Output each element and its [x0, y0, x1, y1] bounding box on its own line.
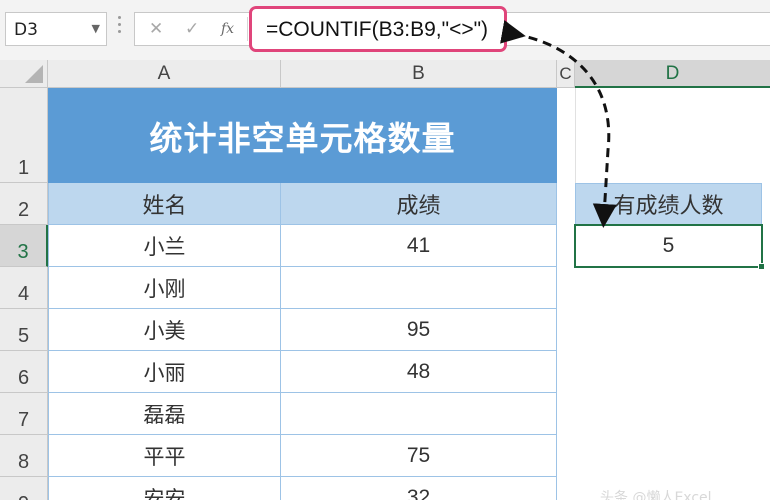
- name-cell[interactable]: 小刚: [48, 267, 281, 309]
- drag-handle-icon[interactable]: [118, 16, 122, 40]
- row-header-8[interactable]: 8: [0, 435, 48, 477]
- column-header-a[interactable]: A: [48, 60, 281, 88]
- column-header-b[interactable]: B: [281, 60, 557, 88]
- formula-bar-area: D3 ▼ ✕ ✓ fx =COUNTIF(B3:B9,"<>"): [0, 0, 770, 60]
- row-header-4[interactable]: 4: [0, 267, 48, 309]
- watermark: 头条 @懒人Excel: [600, 490, 712, 500]
- row-number: 2: [17, 199, 30, 221]
- name-cell[interactable]: 小美: [48, 309, 281, 351]
- score-cell[interactable]: 41: [281, 225, 557, 267]
- row-number: 7: [17, 409, 30, 431]
- name-cell[interactable]: 小兰: [48, 225, 281, 267]
- select-all-button[interactable]: [0, 60, 48, 88]
- row-header-2[interactable]: 2: [0, 183, 48, 225]
- row-number: 8: [17, 451, 30, 473]
- score-cell[interactable]: 32: [281, 477, 557, 500]
- formula-text-field[interactable]: =COUNTIF(B3:B9,"<>"): [249, 6, 507, 52]
- table-title-cell[interactable]: 统计非空单元格数量: [48, 88, 557, 183]
- score-cell[interactable]: 95: [281, 309, 557, 351]
- row-number: 4: [17, 283, 30, 305]
- column-header-d[interactable]: D: [575, 60, 770, 88]
- gridline: [575, 88, 576, 183]
- name-cell[interactable]: 磊磊: [48, 393, 281, 435]
- row-number: 9: [0, 493, 47, 500]
- score-cell[interactable]: [281, 267, 557, 309]
- fill-handle[interactable]: [758, 263, 765, 270]
- formula-bar-divider: [247, 17, 248, 41]
- row-header-3[interactable]: 3: [0, 225, 48, 267]
- name-cell[interactable]: 安安: [48, 477, 281, 500]
- row-number: 5: [17, 325, 30, 347]
- cancel-icon[interactable]: ✕: [149, 19, 163, 39]
- score-cell[interactable]: [281, 393, 557, 435]
- header-cell-score[interactable]: 成绩: [281, 183, 557, 225]
- formula-text: =COUNTIF(B3:B9,"<>"): [266, 18, 489, 41]
- row-header-5[interactable]: 5: [0, 309, 48, 351]
- row-number: 1: [17, 157, 30, 179]
- column-header-c[interactable]: C: [557, 60, 575, 88]
- row-header-1[interactable]: 1: [0, 88, 48, 183]
- name-cell[interactable]: 平平: [48, 435, 281, 477]
- result-label-cell[interactable]: 有成绩人数: [575, 183, 762, 225]
- score-cell[interactable]: 75: [281, 435, 557, 477]
- row-number: 6: [17, 367, 30, 389]
- row-header-7[interactable]: 7: [0, 393, 48, 435]
- chevron-down-icon[interactable]: ▼: [92, 22, 100, 35]
- row-number: 3: [17, 241, 29, 263]
- result-value-cell[interactable]: 5: [574, 224, 763, 268]
- name-box[interactable]: D3 ▼: [5, 12, 107, 46]
- enter-icon[interactable]: ✓: [185, 19, 199, 39]
- name-cell[interactable]: 小丽: [48, 351, 281, 393]
- score-cell[interactable]: 48: [281, 351, 557, 393]
- row-header-6[interactable]: 6: [0, 351, 48, 393]
- row-header-9[interactable]: 9: [0, 477, 48, 500]
- header-cell-name[interactable]: 姓名: [48, 183, 281, 225]
- insert-function-icon[interactable]: fx: [221, 21, 234, 37]
- name-box-value: D3: [14, 20, 38, 40]
